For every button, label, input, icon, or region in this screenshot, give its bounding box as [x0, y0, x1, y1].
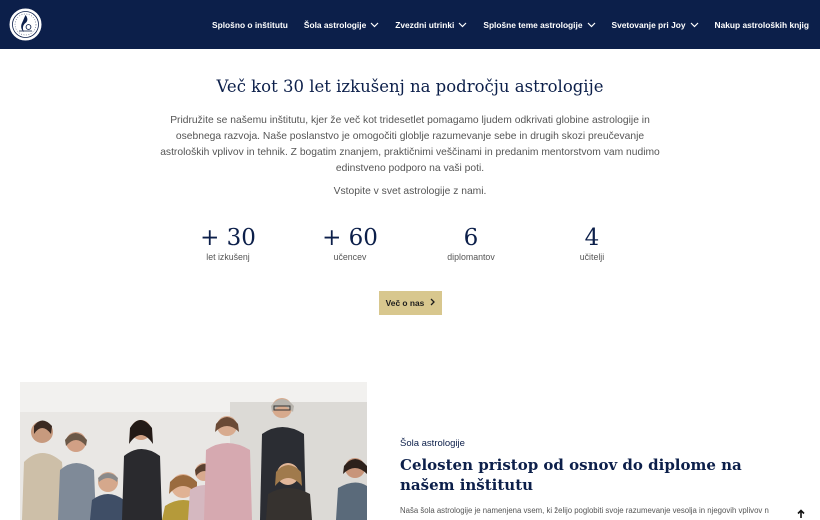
chevron-down-icon [690, 22, 698, 27]
stat-value: + 60 [322, 225, 378, 251]
zodiac-seal-logo-icon[interactable] [9, 7, 42, 42]
stat-students: + 60 učencev [295, 224, 405, 262]
main-menu: Splošno o inštitutu Šola astrologije Zve… [196, 0, 809, 49]
stat-label: diplomantov [447, 252, 495, 262]
stat-value: 6 [463, 225, 479, 251]
hero-description: Pridružite se našemu inštitutu, kjer že … [160, 115, 660, 174]
section-text: Naša šola astrologije je namenjena vsem,… [400, 506, 769, 515]
menu-item-svetovanje[interactable]: Svetovanje pri Joy [612, 20, 699, 30]
menu-item-zvezdni-utrinki[interactable]: Zvezdni utrinki [395, 20, 467, 30]
menu-item-label: Splošne teme astrologije [483, 19, 583, 30]
menu-item-label: Splošno o inštitutu [212, 19, 288, 30]
stat-label: let izkušenj [206, 252, 250, 262]
menu-item-sola-astrologije[interactable]: Šola astrologije [304, 20, 379, 30]
stats-row: + 30 let izkušenj + 60 učencev 6 diploma… [0, 224, 820, 269]
stat-value: 4 [584, 225, 600, 251]
chevron-down-icon [458, 22, 467, 27]
menu-item-nakup-knjig[interactable]: Nakup astroloških knjig [715, 20, 809, 30]
scroll-to-top-button[interactable] [790, 506, 812, 520]
stat-years: + 30 let izkušenj [173, 224, 283, 262]
top-navigation-bar: Splošno o inštitutu Šola astrologije Zve… [0, 0, 820, 49]
group-photo-image [20, 382, 367, 520]
menu-item-label: Šola astrologije [303, 19, 367, 30]
stat-value: + 30 [200, 225, 256, 251]
about-us-button-label: Več o nas [385, 298, 425, 308]
stat-label: učitelji [579, 252, 605, 262]
menu-item-label: Zvezdni utrinki [395, 19, 455, 30]
menu-item-label: Nakup astroloških knjig [714, 19, 809, 30]
menu-item-label: Svetovanje pri Joy [611, 19, 686, 30]
chevron-down-icon [587, 22, 595, 27]
stat-label: učencev [333, 252, 367, 262]
menu-item-splosne-teme[interactable]: Splošne teme astrologije [483, 20, 595, 30]
about-us-button[interactable]: Več o nas [379, 291, 442, 315]
chevron-right-icon [430, 298, 436, 308]
menu-item-splosno[interactable]: Splošno o inštitutu [212, 20, 288, 30]
hero-subtext: Vstopite v svet astrologije z nami. [333, 186, 487, 197]
arrow-up-icon [797, 509, 805, 518]
section-kicker: Šola astrologije [400, 438, 465, 449]
chevron-down-icon [370, 22, 379, 27]
stat-teachers: 4 učitelji [537, 224, 647, 262]
section-title: Celosten pristop od osnov do diplome na … [400, 456, 742, 494]
hero-title: Več kot 30 let izkušenj na področju astr… [216, 77, 604, 96]
stat-graduates: 6 diplomantov [416, 224, 526, 262]
